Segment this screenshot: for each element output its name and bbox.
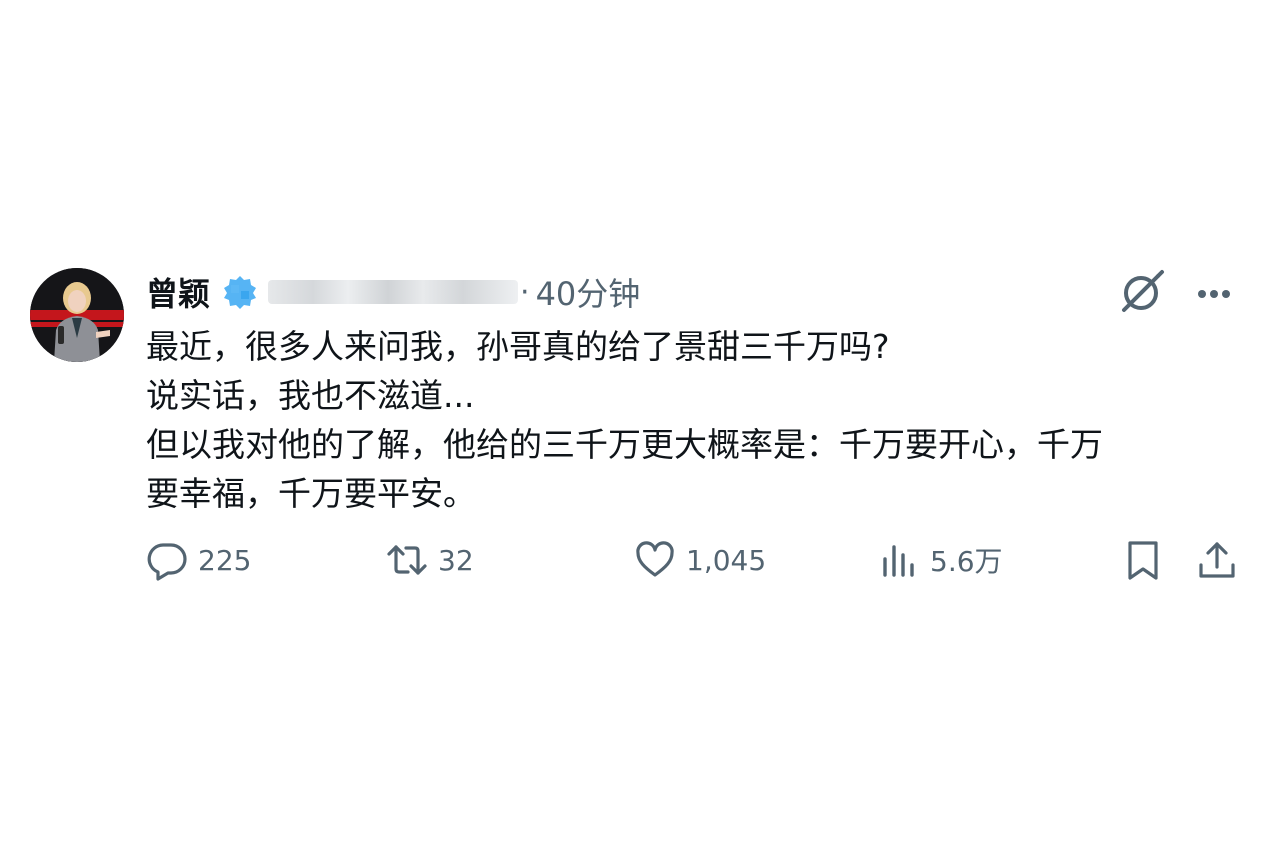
tweet-time[interactable]: 40分钟 [536,269,641,315]
bookmark-button[interactable] [1122,536,1164,584]
verified-badge-icon [222,274,258,310]
tweet-text-line: 说实话，我也不滋道... [146,376,475,415]
heart-icon [636,541,674,577]
more-icon[interactable] [1190,268,1238,316]
like-count: 1,045 [686,543,767,577]
avatar-photo [30,268,124,362]
grok-icon[interactable] [1118,268,1166,316]
retweet-icon [387,545,427,575]
reply-button[interactable]: 225 [146,536,251,584]
avatar[interactable] [30,268,124,362]
tweet-text-line: 最近，很多人来问我，孙哥真的给了景甜三千万吗? [146,327,890,366]
tweet-text-line: 但以我对他的了解，他给的三千万更大概率是：千万要开心，千万 [146,425,1103,464]
reply-count: 225 [198,543,252,577]
reply-icon [147,543,187,581]
tweet-text-line: 要幸福，千万要平安。 [146,474,476,513]
share-icon [1199,542,1235,578]
like-button[interactable]: 1,045 [634,536,766,584]
view-count: 5.6万 [930,545,1003,578]
share-button[interactable] [1196,536,1238,584]
tweet-header: 曾颖 · 40分钟 [146,268,640,316]
retweet-count: 32 [438,543,474,577]
bookmark-icon [1128,541,1158,580]
time-separator: · [520,274,530,310]
tweet-text: 最近，很多人来问我，孙哥真的给了景甜三千万吗? 说实话，我也不滋道... 但以我… [146,322,1236,518]
retweet-button[interactable]: 32 [386,536,474,584]
tweet: 曾颖 · 40分钟 最近，很多人来问我，孙哥真的给了景甜三千万吗? 说实话，我也… [30,266,1250,596]
author-handle-blurred[interactable] [268,280,519,304]
author-name[interactable]: 曾颖 [146,269,210,315]
action-bar: 225 32 1,045 5.6万 [146,536,1250,584]
views-button[interactable]: 5.6万 [878,536,1003,584]
views-icon [883,545,914,577]
